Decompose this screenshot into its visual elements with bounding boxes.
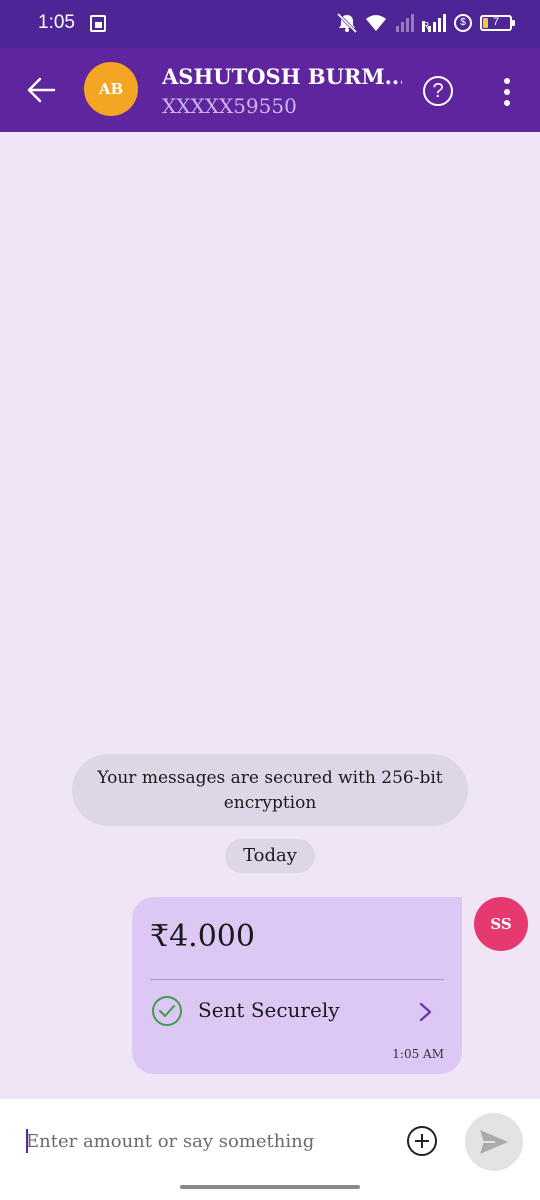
- status-icons: R $ 7: [336, 13, 515, 33]
- status-bar: 1:05 R $ 7: [0, 0, 540, 48]
- add-icon[interactable]: [407, 1126, 437, 1156]
- calendar-icon: [90, 15, 106, 32]
- signal-icon: [396, 14, 414, 32]
- contact-number: XXXXX59550: [162, 94, 297, 118]
- vpn-icon: $: [454, 14, 472, 32]
- back-arrow-icon: [27, 77, 56, 103]
- contact-avatar[interactable]: AB: [84, 62, 138, 116]
- composer: [0, 1099, 540, 1200]
- divider: [150, 979, 444, 980]
- message-input[interactable]: [26, 1127, 386, 1155]
- payment-status: Sent Securely: [198, 998, 340, 1022]
- more-options-icon[interactable]: [500, 78, 514, 106]
- check-circle-icon: [152, 996, 182, 1026]
- chevron-right-icon[interactable]: [418, 1001, 434, 1023]
- signal-icon: R: [422, 14, 446, 32]
- chat-header: AB ASHUTOSH BURM... XXXXX59550 ?: [0, 48, 540, 132]
- battery-icon: 7: [480, 15, 515, 31]
- text-caret: [26, 1129, 28, 1153]
- contact-name[interactable]: ASHUTOSH BURM...: [162, 64, 402, 89]
- home-indicator[interactable]: [180, 1185, 360, 1189]
- date-separator: Today: [225, 839, 315, 873]
- payment-card[interactable]: ₹4.000 Sent Securely 1:05 AM: [132, 897, 462, 1074]
- help-icon[interactable]: ?: [423, 76, 453, 106]
- back-button[interactable]: [26, 76, 58, 104]
- payment-time: 1:05 AM: [392, 1047, 444, 1061]
- sender-avatar: SS: [474, 897, 528, 951]
- encryption-note: Your messages are secured with 256-bit e…: [72, 754, 468, 826]
- send-button[interactable]: [465, 1113, 523, 1171]
- mute-icon: [336, 13, 358, 33]
- payment-amount: ₹4.000: [150, 919, 255, 954]
- status-time: 1:05: [38, 12, 75, 33]
- send-icon: [480, 1130, 508, 1154]
- battery-level: 7: [492, 16, 500, 28]
- network-label: R: [422, 21, 430, 32]
- wifi-icon: [364, 14, 388, 32]
